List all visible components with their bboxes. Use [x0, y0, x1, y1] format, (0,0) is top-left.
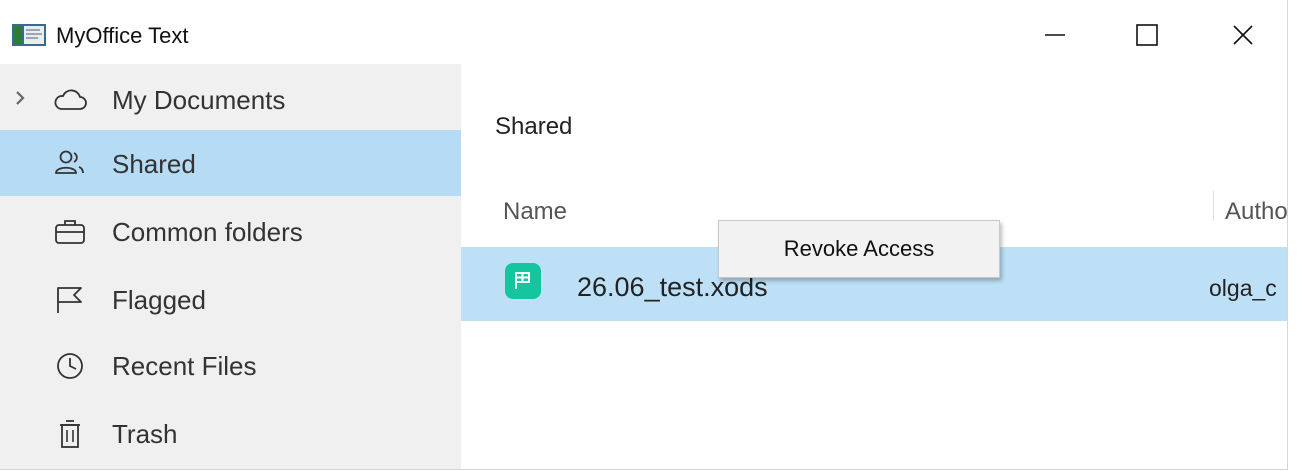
sidebar-item-label: My Documents — [112, 85, 286, 115]
column-header-name[interactable]: Name — [503, 198, 567, 226]
myoffice-text-app-icon — [12, 24, 46, 46]
sidebar: My Documents Shared Common folders Flagg… — [0, 64, 461, 469]
clock-icon — [57, 353, 83, 379]
sidebar-item-label: Shared — [112, 149, 196, 179]
sidebar-item-flagged[interactable]: Flagged — [0, 266, 461, 332]
spreadsheet-glyph-icon — [515, 272, 530, 289]
sidebar-item-shared[interactable]: Shared — [0, 130, 461, 196]
column-header-author[interactable]: Autho — [1225, 198, 1287, 226]
sidebar-item-common-folders[interactable]: Common folders — [0, 198, 461, 264]
page-title: Shared — [495, 113, 573, 140]
sidebar-item-my-documents[interactable]: My Documents — [0, 66, 461, 132]
sidebar-item-label: Flagged — [112, 285, 206, 315]
maximize-icon — [1136, 24, 1158, 46]
window-title: MyOffice Text — [56, 23, 189, 48]
context-menu: Revoke Access — [718, 220, 1000, 278]
sidebar-item-label: Recent Files — [112, 351, 257, 381]
title-bar: MyOffice Text — [0, 0, 1287, 64]
chevron-right-icon[interactable] — [14, 90, 26, 106]
sidebar-item-label: Common folders — [112, 217, 303, 247]
spreadsheet-file-icon — [505, 263, 541, 299]
briefcase-icon — [55, 220, 85, 244]
sidebar-item-label: Trash — [112, 419, 178, 449]
menu-item-revoke-access[interactable]: Revoke Access — [719, 221, 999, 277]
close-button[interactable] — [1220, 14, 1266, 56]
sidebar-item-recent-files[interactable]: Recent Files — [0, 332, 461, 398]
cloud-icon — [54, 89, 87, 110]
column-divider[interactable] — [1213, 191, 1214, 221]
file-author: olga_c — [1209, 275, 1277, 301]
minimize-icon — [1045, 34, 1065, 36]
maximize-button[interactable] — [1124, 14, 1170, 56]
app-window: MyOffice Text My Documents Shared Common… — [0, 0, 1288, 470]
trash-icon — [60, 420, 80, 448]
users-icon — [55, 150, 84, 174]
sidebar-item-trash[interactable]: Trash — [0, 400, 461, 466]
close-icon — [1233, 25, 1253, 45]
minimize-button[interactable] — [1032, 14, 1078, 56]
flag-icon — [57, 287, 82, 313]
